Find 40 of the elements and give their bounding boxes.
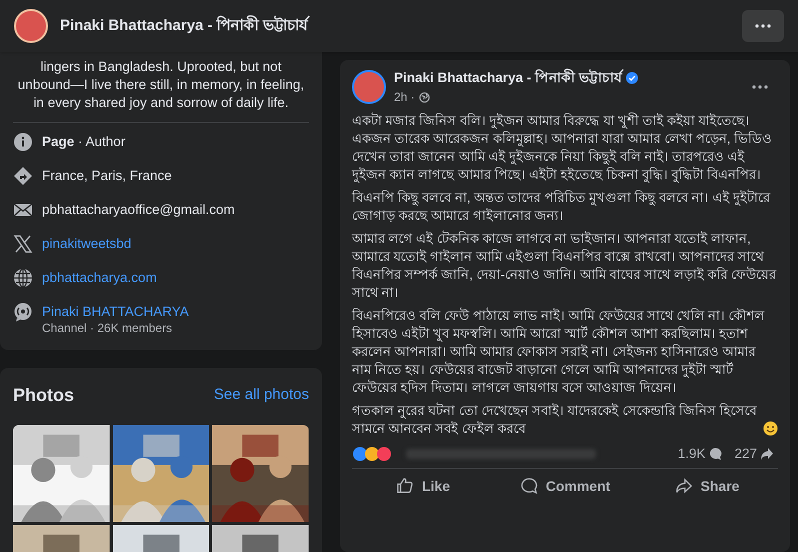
post-text: বিএনপি কিছু বলবে না, অন্তত তাদের পরিচিত মুখগুলা কিছু বলবে না। এই দুইটারে জোগাড় করছে আমারে গাইলানোর জন্য। bbox=[352, 190, 770, 224]
more-icon[interactable] bbox=[752, 85, 768, 90]
globe-icon bbox=[418, 92, 430, 103]
detail-text: France, Paris, France bbox=[42, 167, 172, 184]
more-button[interactable] bbox=[742, 10, 784, 42]
info-icon bbox=[13, 132, 33, 152]
photos-heading: Photos bbox=[13, 384, 74, 407]
channel-icon bbox=[13, 302, 33, 322]
more-icon bbox=[755, 24, 771, 28]
page-title: Pinaki Bhattacharya - পিনাকী ভট্টাচার্য bbox=[60, 14, 308, 36]
author-name[interactable]: Pinaki Bhattacharya - পিনাকী ভট্টাচার্য bbox=[394, 68, 622, 88]
x-logo-icon bbox=[13, 234, 33, 254]
detail-link[interactable]: Pinaki BHATTACHARYA bbox=[42, 303, 189, 320]
share-icon bbox=[674, 477, 693, 496]
comment-icon bbox=[520, 477, 538, 496]
channel-members: Channel · 26K members bbox=[42, 320, 174, 336]
like-icon bbox=[396, 477, 414, 496]
post-text: একটা মজার জিনিস বলি। দুইজন আমার বিরুদ্ধে যা খুশী তাই কইয়া যাইতেছে। একজন তারেক আরেকজন কলিমুল্লাহ। আপনারা যারা আমার লেখা পড়েন, ভিডিও দেখেন তারা জানেন আমি এই দুইজনকে নিয়া কিছুই বলি নাই। তারপরেও এই দুইজন ক্যান লাগছে আমার পিছে। এইটা হইতেছে চিকনা বুদ্ধি। বুদ্ধিটা বিএনপির। bbox=[352, 113, 772, 182]
smiley-icon bbox=[763, 421, 778, 436]
comment-icon bbox=[708, 447, 722, 462]
comment-count[interactable]: 1.9K bbox=[678, 444, 706, 464]
post-text: আমার লগে এই টেকনিক কাজে লাগবে না ভাইজান। আপনারা যতোই লাফান, আমারে যতোই গাইলান আমি এইগুলা বিএনপির বাক্সে রাখবো। আপনাদের সাথে বিএনপির সম্পর্ক জানি, দেয়া-নেয়াও জানি। আমি বাঘের সাথে লড়াই করি ফেউয়ের সাথে না। bbox=[352, 231, 776, 300]
directions-icon bbox=[13, 166, 33, 186]
share-count[interactable]: 227 bbox=[734, 444, 757, 464]
post-text: বিএনপিরেও বলি ফেউ পাঠায়ে লাভ নাই। আমি ফেউয়ের সাথে খেলি না। কৌশল হিসাবেও এইটা খুব মফস্বলি। আমি আরো স্মার্ট কৌশল আশা করছিলাম। হতাশ করলেন আপনারা। আমি আমার ফোকাস সরাই না। সেইজন্য হাসিনারেও আমার নাম নিতে হয়। ফেউয়ের বাজেট বাড়ানো গেলে আমি আপনাদের দুইটা স্মার্ট ফেউয়ের হদিস দিতাম। লাগলে জায়গায় বসে আওয়াজ দিয়েন। bbox=[352, 308, 765, 396]
share-button[interactable]: Share bbox=[636, 471, 778, 502]
like-button[interactable]: Like bbox=[352, 471, 494, 502]
detail-link[interactable]: pbhattacharya.com bbox=[42, 269, 157, 286]
post-time[interactable]: 2h · bbox=[394, 88, 415, 106]
see-all-photos-link[interactable]: See all photos bbox=[214, 384, 309, 407]
author-avatar[interactable] bbox=[352, 70, 386, 104]
comment-button[interactable]: Comment bbox=[494, 471, 636, 502]
share-icon bbox=[760, 447, 774, 462]
bio-text: lingers in Bangladesh. Uprooted, but not unbound—I live there still, in memory, in feeling, in every shared joy and sorrow of daily life. bbox=[16, 58, 306, 112]
detail-link[interactable]: pinakitweetsbd bbox=[42, 235, 132, 252]
post-text: গতকাল নুরের ঘটনা তো দেখেছেন সবাই। যাদেরকেই সেকেন্ডারি জিনিস হিসেবে সামনে আনবেন সবই ফেইল করবে bbox=[352, 402, 758, 438]
detail-text: Page · Author bbox=[42, 133, 126, 150]
globe-icon bbox=[13, 268, 33, 288]
detail-text: pbhattacharyaoffice@gmail.com bbox=[42, 201, 235, 218]
avatar[interactable] bbox=[14, 9, 48, 43]
